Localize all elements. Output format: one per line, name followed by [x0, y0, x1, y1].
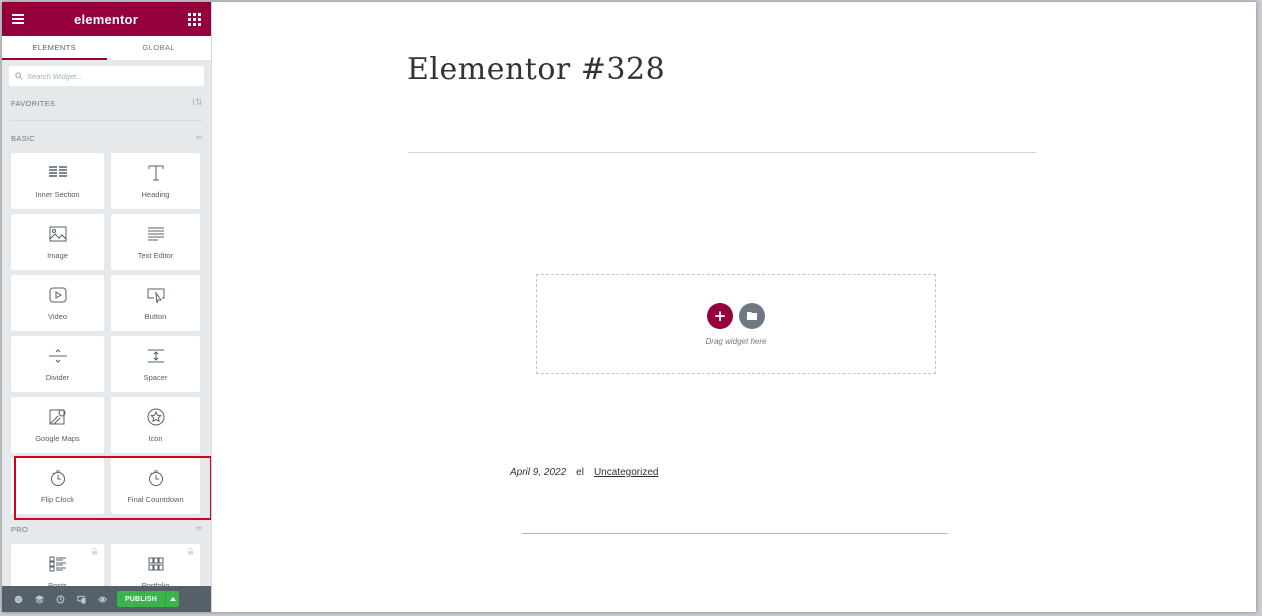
- widget-divider[interactable]: Divider: [11, 336, 104, 392]
- lock-icon: [91, 548, 98, 555]
- widget-heading[interactable]: Heading: [111, 153, 200, 209]
- panel-tabs: ELEMENTS GLOBAL: [2, 36, 211, 60]
- empty-section-dropzone[interactable]: + Drag widget here: [536, 274, 936, 374]
- widget-text-editor[interactable]: Text Editor: [111, 214, 200, 270]
- widget-button[interactable]: Button: [111, 275, 200, 331]
- post-meta: April 9, 2022 el Uncategorized: [510, 467, 658, 478]
- widget-label: Image: [47, 250, 68, 260]
- plus-icon: +: [713, 306, 727, 325]
- widget-label: Button: [144, 311, 167, 321]
- publish-options-button[interactable]: [165, 591, 179, 607]
- navigator-layers-icon[interactable]: [29, 586, 50, 612]
- editor-window: elementor ELEMENTS GLOBAL Search Widget.…: [2, 2, 1256, 612]
- widget-flip-clock[interactable]: Flip Clock: [11, 458, 104, 514]
- history-icon[interactable]: [50, 586, 71, 612]
- widget-spacer[interactable]: Spacer: [111, 336, 200, 392]
- settings-gear-icon[interactable]: [8, 586, 29, 612]
- grid-apps-icon[interactable]: [188, 12, 201, 26]
- widget-video[interactable]: Video: [11, 275, 104, 331]
- stopwatch-icon: [47, 469, 69, 487]
- google-maps-icon: [47, 408, 69, 426]
- post-date: April 9, 2022: [510, 467, 567, 478]
- add-template-button[interactable]: [739, 302, 765, 329]
- button-icon: [145, 286, 167, 304]
- posts-icon: [47, 555, 69, 573]
- widget-final-countdown[interactable]: Final Countdown: [111, 458, 200, 514]
- elementor-panel: elementor ELEMENTS GLOBAL Search Widget.…: [2, 2, 212, 612]
- search-icon: [15, 72, 23, 80]
- spacer-icon: [145, 347, 167, 365]
- category-label: BASIC: [11, 133, 36, 143]
- panel-footer: PUBLISH: [2, 586, 211, 612]
- brand-logo: elementor: [74, 11, 138, 27]
- widget-inner-section[interactable]: Inner Section: [11, 153, 104, 209]
- widget-label: Google Maps: [35, 433, 80, 443]
- widget-icon[interactable]: Icon: [111, 397, 200, 453]
- divider: [10, 120, 203, 121]
- sort-icon: I⇅: [192, 98, 203, 108]
- image-icon: [47, 225, 69, 243]
- caret-up-icon: [169, 597, 176, 601]
- responsive-mode-icon[interactable]: [71, 586, 92, 612]
- widget-label: Flip Clock: [41, 494, 74, 504]
- hamburger-icon[interactable]: [12, 14, 24, 24]
- portfolio-icon: [145, 555, 167, 573]
- collapse-icon: ≂: [195, 524, 203, 534]
- widget-label: Video: [47, 311, 68, 321]
- page-canvas: Elementor #328 + Drag widget here April …: [212, 2, 1256, 612]
- category-label: FAVORITES: [11, 98, 56, 108]
- publish-button[interactable]: PUBLISH: [117, 591, 165, 607]
- page-title[interactable]: Elementor #328: [407, 52, 665, 87]
- footer-divider: [522, 533, 948, 534]
- post-author: el: [576, 467, 584, 478]
- search-input[interactable]: Search Widget...: [9, 66, 204, 86]
- widget-label: Final Countdown: [127, 494, 184, 504]
- inner-section-icon: [47, 164, 69, 182]
- folder-icon: [747, 312, 757, 320]
- tab-elements[interactable]: ELEMENTS: [2, 36, 107, 60]
- category-label: PRO: [11, 524, 29, 534]
- add-section-button[interactable]: +: [707, 302, 733, 329]
- widget-label: Inner Section: [35, 189, 80, 199]
- collapse-icon: ≂: [195, 133, 203, 143]
- widget-label: Divider: [45, 372, 70, 382]
- title-divider: [408, 152, 1036, 153]
- category-favorites[interactable]: FAVORITES I⇅: [2, 92, 211, 114]
- widget-grid-basic: Inner Section Heading Image Text Editor …: [2, 149, 211, 514]
- panel-header: elementor: [2, 2, 211, 36]
- widget-image[interactable]: Image: [11, 214, 104, 270]
- video-icon: [47, 286, 69, 304]
- widget-label: Text Editor: [137, 250, 174, 260]
- heading-icon: [145, 164, 167, 182]
- widget-label: Icon: [148, 433, 163, 443]
- category-basic[interactable]: BASIC ≂: [2, 127, 211, 149]
- divider-icon: [47, 347, 69, 365]
- widget-google-maps[interactable]: Google Maps: [11, 397, 104, 453]
- preview-eye-icon[interactable]: [92, 586, 113, 612]
- search-placeholder: Search Widget...: [27, 71, 83, 81]
- text-editor-icon: [145, 225, 167, 243]
- stopwatch-icon: [145, 469, 167, 487]
- dropzone-hint: Drag widget here: [705, 336, 767, 346]
- post-category-link[interactable]: Uncategorized: [594, 467, 658, 478]
- widget-label: Heading: [141, 189, 170, 199]
- star-icon: [145, 408, 167, 426]
- tab-global[interactable]: GLOBAL: [107, 36, 212, 60]
- dropzone-buttons: +: [707, 302, 765, 329]
- category-pro[interactable]: PRO ≂: [2, 518, 211, 540]
- widget-label: Spacer: [143, 372, 168, 382]
- lock-icon: [187, 548, 194, 555]
